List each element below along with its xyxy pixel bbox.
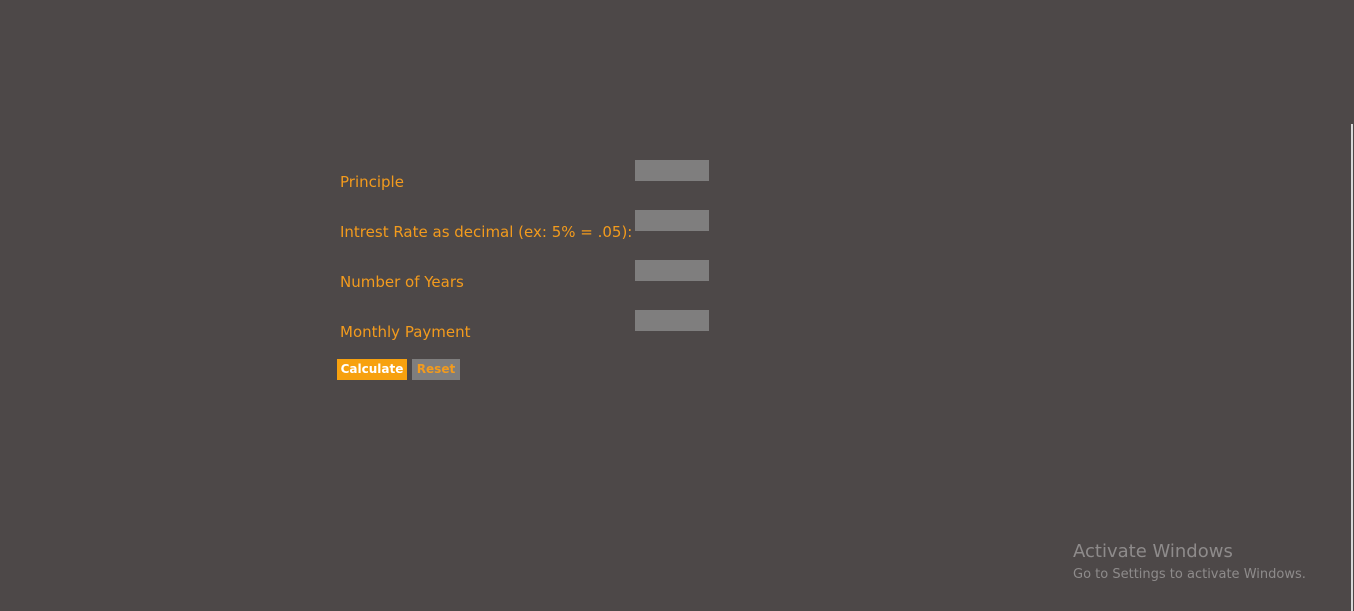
watermark-subtitle: Go to Settings to activate Windows.: [1073, 567, 1306, 582]
watermark-title: Activate Windows: [1073, 541, 1233, 562]
monthly-payment-output[interactable]: [635, 310, 709, 331]
principle-input[interactable]: [635, 160, 709, 181]
interest-rate-input[interactable]: [635, 210, 709, 231]
calculate-button[interactable]: Calculate: [337, 359, 407, 380]
scrollbar-thumb[interactable]: [1351, 124, 1353, 611]
vertical-scrollbar[interactable]: [1350, 0, 1354, 611]
years-label: Number of Years: [340, 273, 464, 291]
monthly-payment-label: Monthly Payment: [340, 323, 471, 341]
interest-rate-label: Intrest Rate as decimal (ex: 5% = .05):: [340, 223, 633, 241]
principle-label: Principle: [340, 173, 404, 191]
activate-windows-watermark: Activate Windows Go to Settings to activ…: [1073, 540, 1343, 585]
reset-button[interactable]: Reset: [412, 359, 460, 380]
years-input[interactable]: [635, 260, 709, 281]
